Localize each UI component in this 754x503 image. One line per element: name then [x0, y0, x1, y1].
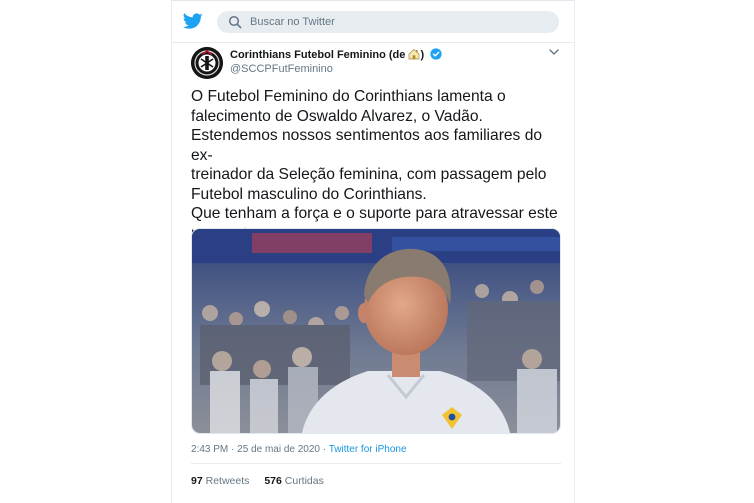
timeline-column: Buscar no Twitter Corinthians Futebol Fe…: [171, 0, 575, 503]
photo-man-in-stadium: [192, 229, 560, 433]
search-input[interactable]: Buscar no Twitter: [217, 11, 559, 33]
likes-label: Curtidas: [284, 475, 324, 487]
tweet-text: O Futebol Feminino do Corinthians lament…: [191, 88, 558, 242]
retweets-label: Retweets: [205, 475, 250, 487]
author-display-name[interactable]: Corinthians Futebol Feminino (de ): [230, 48, 442, 62]
meta-separator: ·: [228, 444, 238, 455]
retweets-count: 97: [191, 475, 203, 487]
house-emoji-icon: [409, 49, 420, 60]
top-bar: Buscar no Twitter: [172, 0, 574, 43]
likes-count: 576: [264, 475, 282, 487]
author-handle[interactable]: @SCCPFutFeminino: [230, 62, 333, 76]
verified-badge-icon: [430, 48, 442, 60]
avatar[interactable]: [191, 47, 223, 79]
chevron-down-icon[interactable]: [549, 48, 559, 56]
top-divider: [172, 0, 574, 1]
author-name-text: Corinthians Futebol Feminino (de: [230, 49, 406, 61]
tweet-time[interactable]: 2:43 PM: [191, 444, 228, 455]
tweet-date[interactable]: 25 de mai de 2020: [237, 444, 320, 455]
tweet-photo[interactable]: [191, 228, 561, 434]
search-icon: [228, 15, 242, 29]
corinthians-logo: [191, 47, 223, 79]
author-name-suffix: ): [420, 49, 425, 61]
likes-stat[interactable]: 576 Curtidas: [264, 475, 336, 487]
stats-divider: [191, 463, 561, 464]
retweets-stat[interactable]: 97 Retweets: [191, 475, 261, 487]
meta-separator-2: ·: [319, 444, 329, 455]
tweet-meta: 2:43 PM · 25 de mai de 2020 · Twitter fo…: [191, 443, 407, 457]
tweet-stats: 97 Retweets 576 Curtidas: [191, 474, 336, 488]
tweet-source-link[interactable]: Twitter for iPhone: [329, 444, 407, 455]
twitter-bird-icon[interactable]: [183, 13, 203, 30]
search-placeholder: Buscar no Twitter: [250, 16, 335, 28]
